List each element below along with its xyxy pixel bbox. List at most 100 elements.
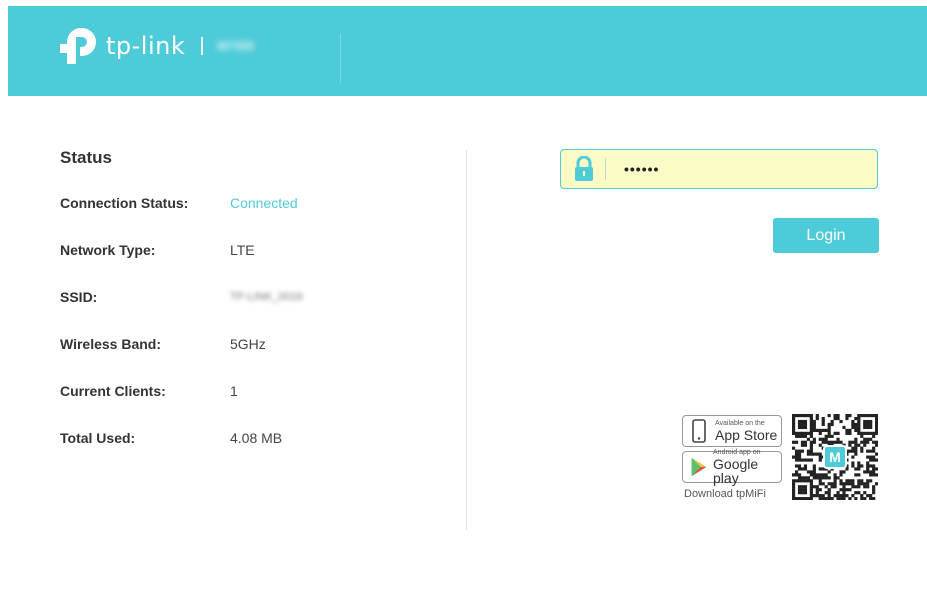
qr-module bbox=[794, 452, 799, 456]
qr-module bbox=[872, 449, 876, 453]
qr-module bbox=[818, 437, 822, 441]
qr-module bbox=[842, 470, 846, 474]
status-value: Connected bbox=[230, 195, 298, 211]
qr-module bbox=[809, 422, 813, 427]
qr-module bbox=[860, 482, 864, 486]
qr-module bbox=[833, 416, 837, 421]
qr-module bbox=[851, 455, 855, 459]
qr-module bbox=[857, 491, 861, 495]
qr-module bbox=[794, 449, 799, 453]
qr-module bbox=[875, 414, 878, 418]
qr-module bbox=[854, 425, 858, 430]
qr-module bbox=[848, 449, 852, 453]
qr-module bbox=[792, 428, 796, 432]
qr-module bbox=[860, 446, 864, 450]
qr-module bbox=[809, 449, 813, 453]
qr-module bbox=[792, 485, 796, 489]
qr-module bbox=[845, 428, 849, 432]
qr-module bbox=[860, 440, 864, 444]
qr-module bbox=[872, 497, 876, 500]
qr-module bbox=[827, 476, 831, 480]
qr-module bbox=[794, 458, 799, 462]
header-divider bbox=[340, 34, 341, 84]
qr-module bbox=[863, 491, 867, 495]
status-label: Wireless Band: bbox=[60, 336, 162, 352]
qr-module bbox=[833, 431, 837, 435]
qr-module bbox=[875, 443, 878, 447]
qr-module bbox=[839, 419, 843, 424]
qr-module bbox=[809, 446, 813, 450]
qr-module bbox=[833, 414, 837, 418]
qr-module bbox=[875, 467, 878, 471]
qr-module bbox=[833, 440, 837, 444]
google-play-badge[interactable]: Android app on Google play bbox=[682, 449, 782, 485]
qr-module bbox=[827, 414, 831, 418]
qr-module bbox=[839, 497, 843, 500]
vertical-divider bbox=[466, 150, 467, 530]
qr-module bbox=[803, 443, 808, 447]
qr-module bbox=[800, 488, 805, 492]
qr-module bbox=[797, 449, 802, 453]
login-button[interactable]: Login bbox=[773, 218, 879, 253]
qr-module bbox=[821, 497, 825, 500]
qr-module bbox=[857, 473, 861, 477]
qr-module bbox=[792, 431, 796, 435]
qr-module bbox=[827, 425, 831, 430]
qr-module bbox=[848, 431, 852, 435]
qr-module bbox=[857, 428, 861, 432]
qr-module bbox=[848, 428, 852, 432]
qr-module bbox=[809, 425, 813, 430]
status-value: LTE bbox=[230, 242, 255, 258]
qr-module bbox=[854, 440, 858, 444]
qr-module bbox=[851, 485, 855, 489]
status-label: Current Clients: bbox=[60, 383, 166, 399]
qr-module bbox=[836, 437, 840, 441]
qr-module bbox=[818, 476, 822, 480]
qr-module bbox=[821, 416, 825, 421]
qr-module bbox=[863, 414, 867, 418]
password-input[interactable] bbox=[624, 161, 854, 177]
qr-module bbox=[875, 416, 878, 421]
qr-module bbox=[857, 461, 861, 465]
qr-module bbox=[803, 458, 808, 462]
tp-link-logo: tp-link M7350 bbox=[58, 26, 254, 66]
qr-module bbox=[857, 482, 861, 486]
qr-module bbox=[809, 458, 813, 462]
qr-module bbox=[803, 491, 808, 495]
qr-module bbox=[866, 464, 870, 468]
status-value: 4.08 MB bbox=[230, 430, 283, 446]
qr-module bbox=[875, 458, 878, 462]
qr-module bbox=[842, 488, 846, 492]
app-store-badge[interactable]: Available on the App Store bbox=[682, 415, 782, 447]
qr-module bbox=[815, 428, 819, 432]
qr-module bbox=[875, 452, 878, 456]
qr-module bbox=[866, 419, 870, 424]
qr-module bbox=[809, 473, 813, 477]
qr-module bbox=[869, 437, 873, 441]
qr-module bbox=[830, 434, 834, 438]
qr-module bbox=[833, 473, 837, 477]
qr-module bbox=[797, 452, 802, 456]
qr-module bbox=[815, 485, 819, 489]
qr-module bbox=[872, 467, 876, 471]
qr-module bbox=[800, 422, 805, 427]
qr-module bbox=[851, 461, 855, 465]
qr-module bbox=[860, 464, 864, 468]
qr-module bbox=[854, 452, 858, 456]
password-field[interactable] bbox=[560, 149, 878, 189]
qr-module bbox=[863, 422, 867, 427]
qr-module bbox=[809, 494, 813, 498]
qr-module bbox=[863, 440, 867, 444]
qr-module bbox=[812, 473, 816, 477]
qr-module bbox=[845, 414, 849, 418]
qr-module bbox=[854, 446, 858, 450]
qr-module bbox=[818, 458, 822, 462]
qr-module bbox=[869, 414, 873, 418]
qr-module bbox=[836, 491, 840, 495]
qr-module bbox=[803, 467, 808, 471]
qr-module bbox=[792, 416, 796, 421]
qr-module bbox=[872, 414, 876, 418]
qr-module bbox=[797, 488, 802, 492]
qr-module bbox=[866, 422, 870, 427]
qr-module bbox=[872, 488, 876, 492]
